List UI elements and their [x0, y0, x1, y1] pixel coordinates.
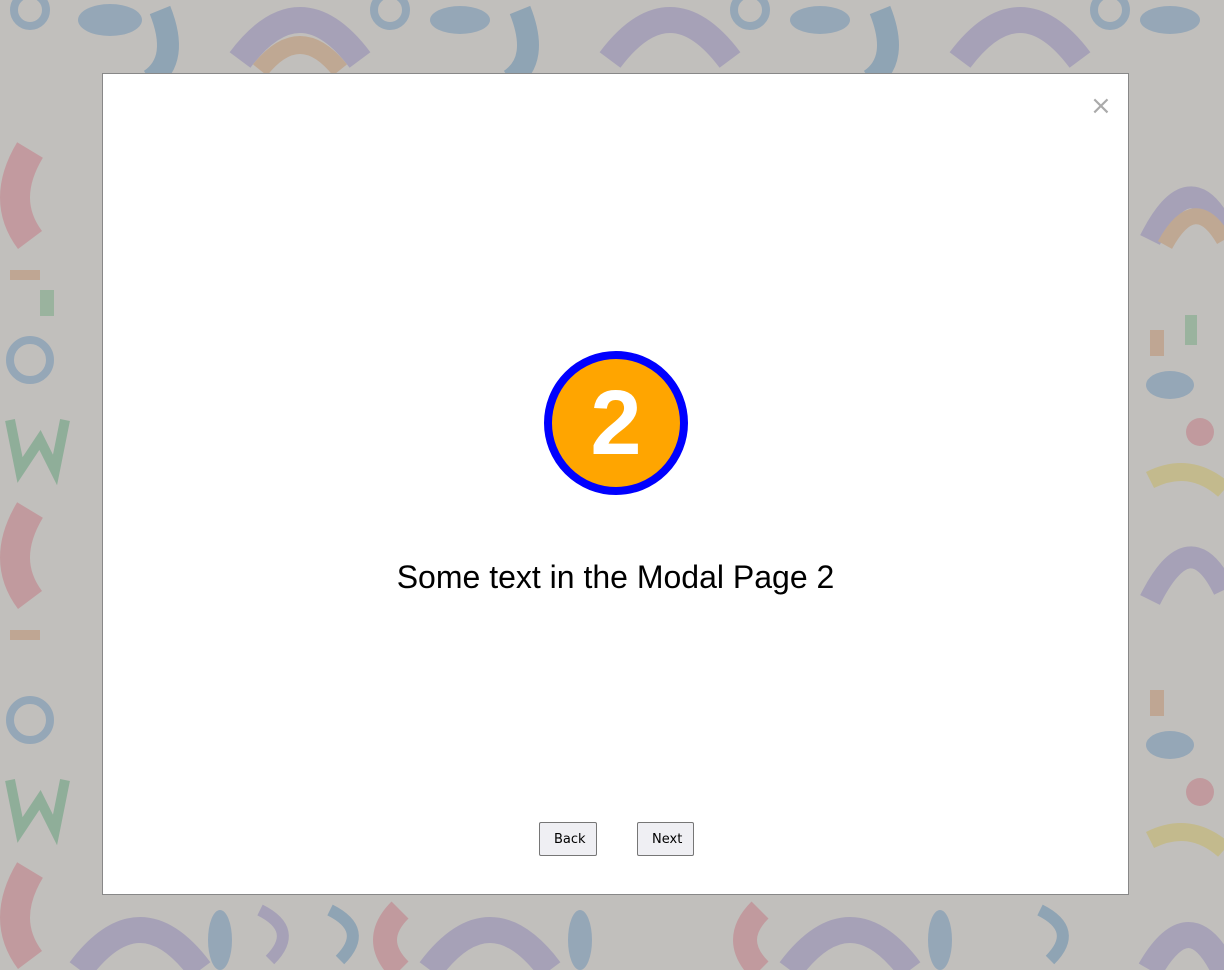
modal-dialog: × 2 Some text in the Modal Page 2 Back N…: [102, 73, 1129, 895]
back-button[interactable]: Back: [539, 822, 597, 856]
modal-body-text: Some text in the Modal Page 2: [396, 559, 835, 595]
step-number-badge: 2: [544, 351, 688, 495]
next-button[interactable]: Next: [637, 822, 694, 856]
close-icon[interactable]: ×: [1090, 93, 1112, 119]
